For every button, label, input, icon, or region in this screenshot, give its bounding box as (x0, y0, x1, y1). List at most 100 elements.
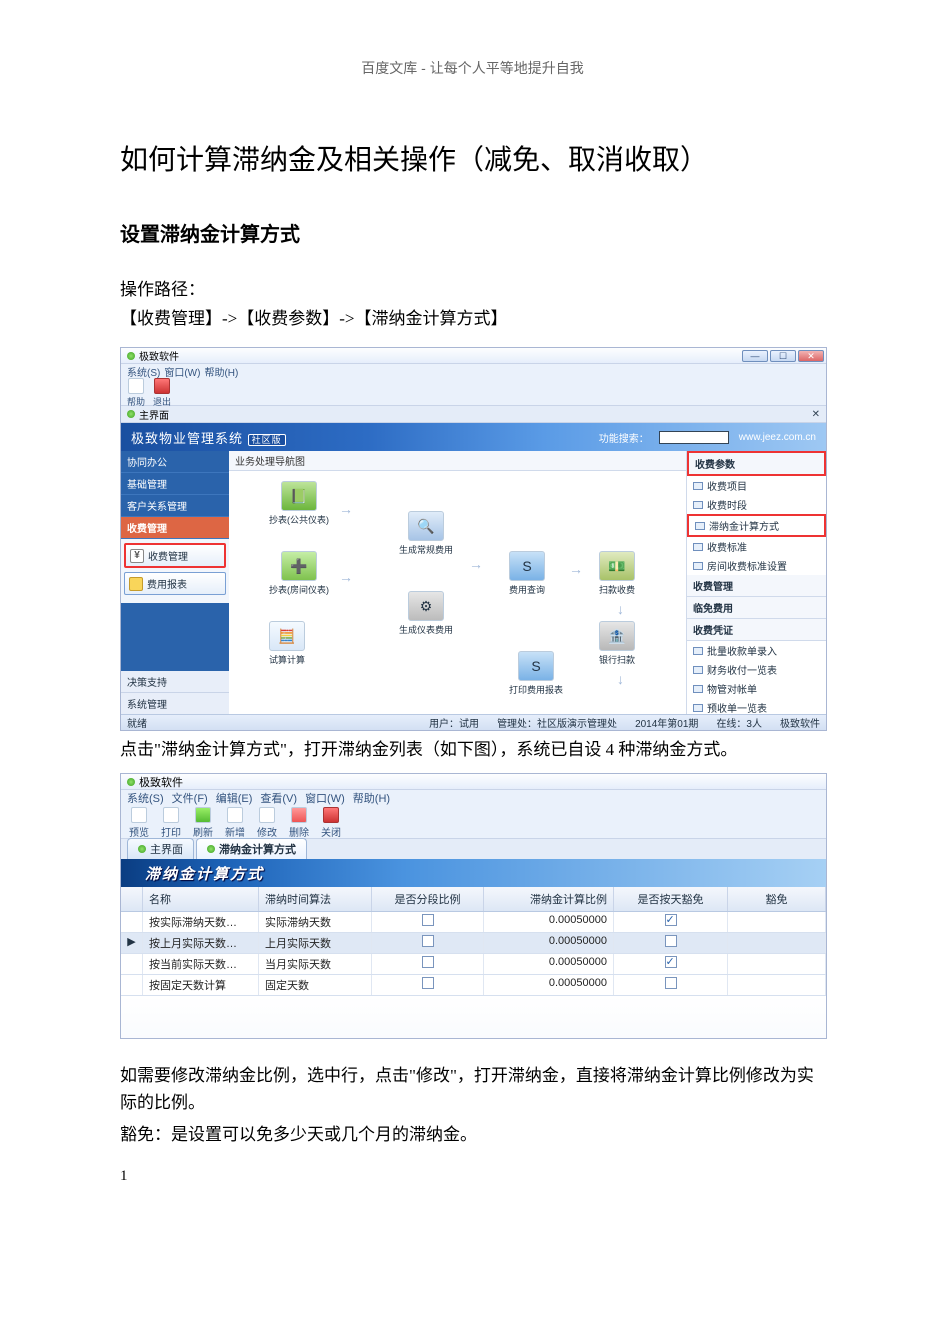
window-close-button[interactable]: ✕ (798, 350, 824, 362)
screenshot-main-app: 极致软件 — ☐ ✕ 系统(S) 窗口(W) 帮助(H) 帮助 退出 主界面 ✕… (120, 347, 827, 731)
cell-seg[interactable] (372, 954, 484, 974)
banner-search-label: 功能搜索： (599, 430, 649, 445)
right-item[interactable]: 收费项目 (687, 476, 826, 495)
nav-decision[interactable]: 决策支持 (121, 671, 229, 693)
table-row[interactable]: 按固定天数计算固定天数0.00050000 (121, 975, 826, 996)
screenshot-late-fee-list: 极致软件 系统(S) 文件(F) 编辑(E) 查看(V) 窗口(W) 帮助(H)… (120, 773, 827, 1039)
col-exempt[interactable]: 豁免 (728, 887, 826, 911)
toolbar-add[interactable]: 新增 (225, 807, 245, 839)
cell-algo: 实际滞纳天数 (259, 912, 372, 932)
col-ratio[interactable]: 滞纳金计算比例 (484, 887, 614, 911)
cell-byday[interactable] (614, 975, 728, 995)
flow-gen-regular[interactable]: 🔍生成常规费用 (399, 511, 453, 556)
banner-search-input[interactable] (659, 431, 729, 444)
flow-trial-calc[interactable]: 🧮试算计算 (269, 621, 305, 666)
menu-edit[interactable]: 编辑(E) (216, 790, 253, 806)
window-maximize-button[interactable]: ☐ (770, 350, 796, 362)
right-item[interactable]: 财务收付一览表 (687, 660, 826, 679)
menu-window[interactable]: 窗口(W) (305, 790, 345, 806)
flow-title: 业务处理导航图 (229, 451, 686, 471)
tab-main[interactable]: 主界面 (139, 407, 169, 422)
toolbar-help[interactable]: 帮助 (127, 378, 145, 408)
right-item[interactable]: 物管对帐单 (687, 679, 826, 698)
cell-seg[interactable] (372, 933, 484, 953)
paragraph-exempt: 豁免：是设置可以免多少天或几个月的滞纳金。 (120, 1122, 825, 1148)
toolbar-delete[interactable]: 删除 (289, 807, 309, 839)
list-icon (693, 685, 703, 693)
menu-window[interactable]: 窗口(W) (164, 364, 200, 379)
right-item[interactable]: 批量收款单录入 (687, 641, 826, 660)
table-row[interactable]: 按实际滞纳天数…实际滞纳天数0.00050000 (121, 912, 826, 933)
toolbar-edit[interactable]: 修改 (257, 807, 277, 839)
menu-system[interactable]: 系统(S) (127, 790, 164, 806)
toolbar-exit[interactable]: 退出 (153, 378, 171, 408)
cell-exempt (728, 975, 826, 995)
menu-file[interactable]: 文件(F) (172, 790, 208, 806)
cell-byday[interactable] (614, 912, 728, 932)
banner-url[interactable]: www.jeez.com.cn (739, 432, 816, 443)
flow-gen-meter[interactable]: ⚙生成仪表费用 (399, 591, 453, 636)
right-item[interactable]: 收费标准 (687, 537, 826, 556)
cell-byday[interactable] (614, 954, 728, 974)
cell-algo: 当月实际天数 (259, 954, 372, 974)
app-banner: 极致物业管理系统 社区版 功能搜索： www.jeez.com.cn (121, 423, 826, 451)
app-title: 极致软件 (139, 774, 183, 790)
flow-meter-room[interactable]: ➕抄表(房间仪表) (269, 551, 329, 596)
nav-fee-mgmt-section[interactable]: 收费管理 (121, 517, 229, 539)
nav-btn-fee-report[interactable]: 费用报表 (124, 572, 226, 595)
tab-close-icon[interactable]: ✕ (812, 409, 820, 420)
menu-help[interactable]: 帮助(H) (353, 790, 390, 806)
status-mgmt: 管理处：社区版演示管理处 (497, 715, 617, 730)
cell-seg[interactable] (372, 975, 484, 995)
toolbar-preview[interactable]: 预览 (129, 807, 149, 839)
app-title: 极致软件 (139, 348, 179, 363)
col-name[interactable]: 名称 (143, 887, 259, 911)
flow-collect-fee[interactable]: 💵扫款收费 (599, 551, 635, 596)
cell-seg[interactable] (372, 912, 484, 932)
list-icon (693, 543, 703, 551)
right-hdr-voucher[interactable]: 收费凭证 (687, 619, 826, 641)
data-grid: 名称 滞纳时间算法 是否分段比例 滞纳金计算比例 是否按天豁免 豁免 按实际滞纳… (121, 887, 826, 996)
right-panel: 收费参数 收费项目收费时段滞纳金计算方式收费标准房间收费标准设置 收费管理 临免… (686, 451, 826, 715)
toolbar-close[interactable]: 关闭 (321, 807, 341, 839)
arrow-icon: → (569, 561, 583, 577)
tab-late-fee-method[interactable]: 滞纳金计算方式 (196, 838, 307, 859)
nav-collaboration[interactable]: 协同办公 (121, 451, 229, 473)
right-hdr-fee-mgmt[interactable]: 收费管理 (687, 575, 826, 597)
cell-exempt (728, 912, 826, 932)
right-item[interactable]: 收费时段 (687, 495, 826, 514)
tab-bar: 主界面 ✕ (121, 406, 826, 423)
flow-meter-public[interactable]: 📗抄表(公共仪表) (269, 481, 329, 526)
cell-byday[interactable] (614, 933, 728, 953)
toolbar-print[interactable]: 打印 (161, 807, 181, 839)
menu-view[interactable]: 查看(V) (260, 790, 297, 806)
right-hdr-fee-params[interactable]: 收费参数 (687, 451, 826, 476)
tab-main[interactable]: 主界面 (127, 838, 194, 859)
nav-crm[interactable]: 客户关系管理 (121, 495, 229, 517)
col-algo[interactable]: 滞纳时间算法 (259, 887, 372, 911)
status-period: 2014年第01期 (635, 715, 698, 730)
window-titlebar: 极致软件 — ☐ ✕ (121, 348, 826, 364)
cell-name: 按实际滞纳天数… (143, 912, 259, 932)
nav-btn-fee-mgmt[interactable]: ¥收费管理 (124, 543, 226, 568)
nav-system-mgmt[interactable]: 系统管理 (121, 693, 229, 715)
right-hdr-temp-fee[interactable]: 临免费用 (687, 597, 826, 619)
path-label: 操作路径： (120, 275, 825, 300)
window-minimize-button[interactable]: — (742, 350, 768, 362)
right-item[interactable]: 滞纳金计算方式 (687, 514, 826, 537)
table-row[interactable]: 按当前实际天数…当月实际天数0.00050000 (121, 954, 826, 975)
menu-help[interactable]: 帮助(H) (204, 364, 238, 379)
col-byday[interactable]: 是否按天豁免 (614, 887, 728, 911)
table-row[interactable]: ▶按上月实际天数…上月实际天数0.00050000 (121, 933, 826, 954)
nav-base-mgmt[interactable]: 基础管理 (121, 473, 229, 495)
cell-ratio: 0.00050000 (484, 933, 614, 953)
toolbar-refresh[interactable]: 刷新 (193, 807, 213, 839)
arrow-icon: ↓ (617, 671, 624, 687)
flow-bank-collect[interactable]: 🏦银行扫款 (599, 621, 635, 666)
flow-fee-query[interactable]: S费用查询 (509, 551, 545, 596)
col-segmented[interactable]: 是否分段比例 (372, 887, 484, 911)
menu-system[interactable]: 系统(S) (127, 364, 160, 379)
flow-print-report[interactable]: S打印费用报表 (509, 651, 563, 696)
right-item[interactable]: 房间收费标准设置 (687, 556, 826, 575)
cell-exempt (728, 954, 826, 974)
